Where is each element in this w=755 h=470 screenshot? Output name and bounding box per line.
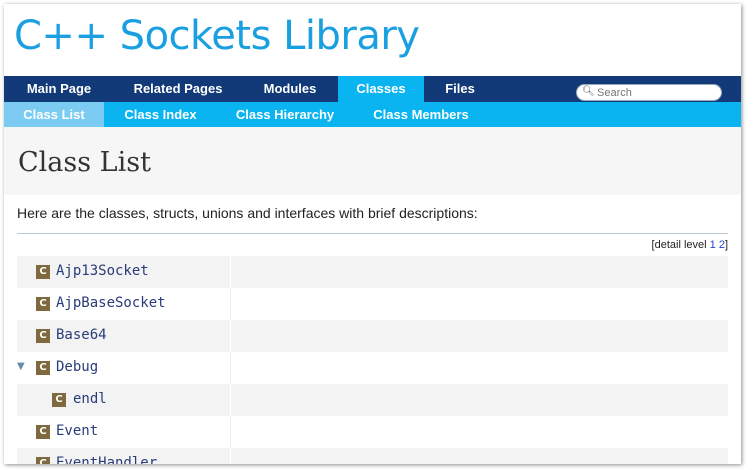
search-icon[interactable]: 🔍︎ <box>582 86 595 97</box>
table-row: C Event <box>17 416 728 448</box>
column-divider <box>230 448 231 464</box>
tab-class-list[interactable]: Class List <box>4 102 104 127</box>
class-icon: C <box>52 393 66 407</box>
detail-level-1-link[interactable]: 1 <box>710 239 716 251</box>
class-icon: C <box>36 297 50 311</box>
class-icon: C <box>36 329 50 343</box>
class-table: C Ajp13Socket C AjpBaseSocket C Base64 ▼… <box>17 256 728 464</box>
class-icon: C <box>36 265 50 279</box>
class-link[interactable]: AjpBaseSocket <box>56 295 166 311</box>
page-title: Class List <box>18 147 151 178</box>
tab-main-page[interactable]: Main Page <box>4 76 114 102</box>
class-link[interactable]: Event <box>56 423 98 439</box>
tab-class-index[interactable]: Class Index <box>104 102 217 127</box>
project-title: C++ Sockets Library <box>14 13 420 59</box>
column-divider <box>230 416 231 448</box>
table-row: C Base64 <box>17 320 728 352</box>
table-row: ▼ C Debug <box>17 352 728 384</box>
table-row: C endl <box>17 384 728 416</box>
page-frame: C++ Sockets Library Main Page Related Pa… <box>4 4 741 464</box>
detail-level-suffix: ] <box>724 239 728 251</box>
tab-class-members[interactable]: Class Members <box>353 102 489 127</box>
page-header: Class List <box>4 127 741 195</box>
detail-level-prefix: [detail level <box>651 239 710 251</box>
tab-class-hierarchy[interactable]: Class Hierarchy <box>217 102 353 127</box>
sub-nav: Class List Class Index Class Hierarchy C… <box>4 102 741 127</box>
class-icon: C <box>36 361 50 375</box>
class-link[interactable]: Debug <box>56 359 98 375</box>
class-icon: C <box>36 425 50 439</box>
column-divider <box>230 384 231 416</box>
table-row: C EventHandler <box>17 448 728 464</box>
table-row: C AjpBaseSocket <box>17 288 728 320</box>
collapse-arrow-icon[interactable]: ▼ <box>17 361 25 372</box>
class-link[interactable]: Ajp13Socket <box>56 263 149 279</box>
class-link[interactable]: Base64 <box>56 327 107 343</box>
tab-related-pages[interactable]: Related Pages <box>114 76 242 102</box>
detail-level-selector: [detail level 1 2] <box>652 239 728 251</box>
class-link[interactable]: endl <box>73 391 107 407</box>
column-divider <box>230 320 231 352</box>
tab-modules[interactable]: Modules <box>242 76 338 102</box>
search-input[interactable] <box>597 86 715 99</box>
column-divider <box>230 288 231 320</box>
intro-text: Here are the classes, structs, unions an… <box>17 205 478 221</box>
search-box[interactable]: 🔍︎ <box>576 84 722 101</box>
class-icon: C <box>36 457 50 464</box>
class-link[interactable]: EventHandler <box>56 455 157 464</box>
tab-files[interactable]: Files <box>424 76 496 102</box>
column-divider <box>230 256 231 288</box>
divider <box>17 233 728 234</box>
table-row: C Ajp13Socket <box>17 256 728 288</box>
column-divider <box>230 352 231 384</box>
tab-classes[interactable]: Classes <box>338 76 424 102</box>
